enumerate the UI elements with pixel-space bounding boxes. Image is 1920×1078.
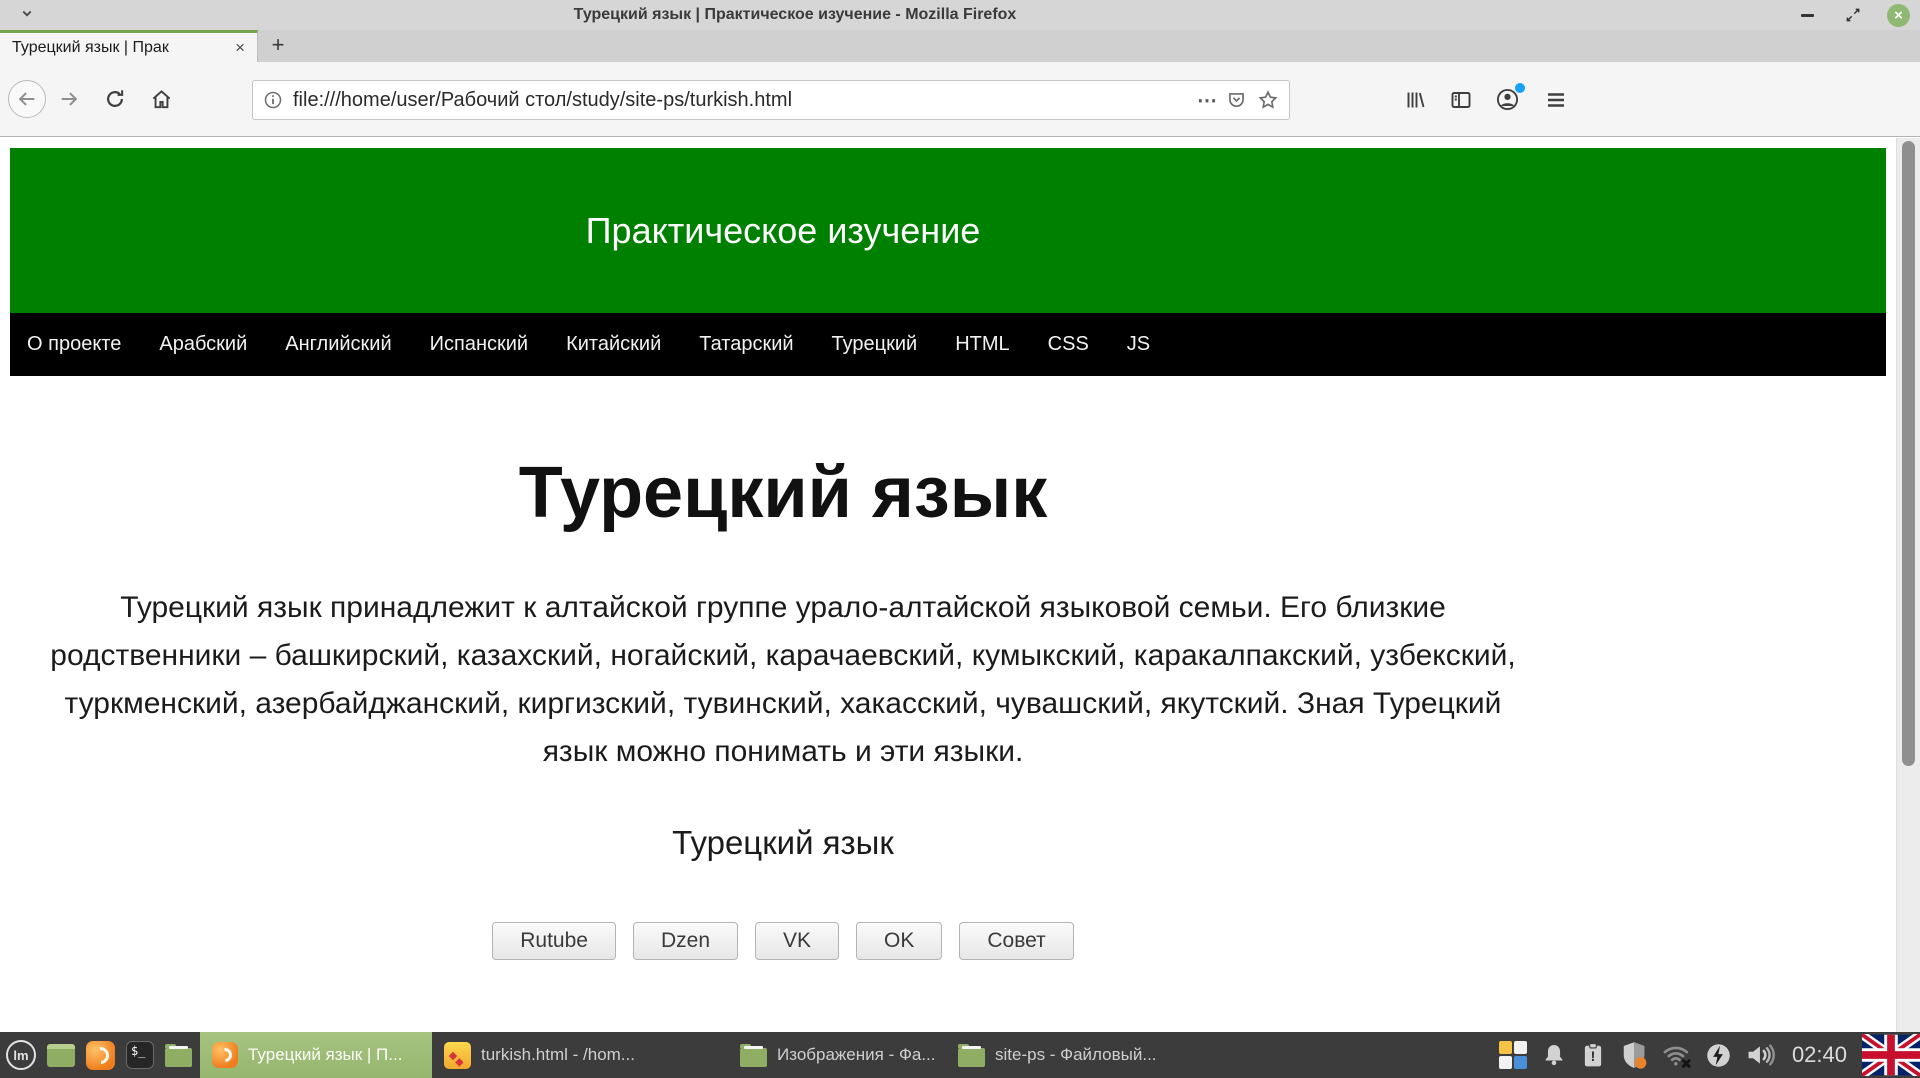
folder-icon (740, 1048, 767, 1067)
notifications-bell-icon[interactable] (1541, 1042, 1567, 1068)
home-button[interactable] (144, 82, 178, 116)
show-desktop-button[interactable] (47, 1044, 75, 1067)
library-icon[interactable] (1403, 88, 1427, 112)
task-label: Изображения - Фа... (777, 1045, 934, 1065)
forward-arrow-icon (58, 88, 80, 110)
intro-paragraph: Турецкий язык принадлежит к алтайской гр… (43, 584, 1523, 776)
tab-bar: Турецкий язык | Прак × + (0, 30, 1920, 62)
toolbar-right-icons (1403, 62, 1568, 137)
nav-link-css[interactable]: CSS (1048, 333, 1089, 356)
terminal-launcher-icon[interactable]: $_ (126, 1041, 154, 1069)
minimize-icon (1801, 14, 1814, 17)
nav-link-arabic[interactable]: Арабский (159, 333, 247, 356)
nav-link-chinese[interactable]: Китайский (566, 333, 661, 356)
task-label: site-ps - Файловый... (995, 1045, 1157, 1065)
new-tab-button[interactable]: + (258, 30, 298, 62)
notification-badge (1515, 83, 1525, 93)
site-header: Практическое изучение (10, 148, 1886, 313)
site-nav: О проекте Арабский Английский Испанский … (10, 313, 1886, 376)
maximize-icon (1845, 7, 1861, 23)
tab-close-icon[interactable]: × (231, 38, 249, 58)
firefox-launcher-icon[interactable] (86, 1041, 115, 1070)
scrollbar-thumb[interactable] (1902, 141, 1915, 766)
system-tray: ! 02:40 (1498, 1034, 1920, 1076)
tab-title: Турецкий язык | Прак (12, 39, 231, 57)
page-title: Турецкий язык (10, 452, 1556, 534)
browser-viewport: Практическое изучение О проекте Арабский… (0, 138, 1920, 1032)
ok-button[interactable]: OK (856, 922, 942, 960)
task-text-editor[interactable]: turkish.html - /hom... (432, 1032, 728, 1078)
nav-link-spanish[interactable]: Испанский (430, 333, 528, 356)
sidebar-icon[interactable] (1449, 88, 1473, 112)
clock[interactable]: 02:40 (1792, 1042, 1847, 1068)
window-controls: × (1795, 0, 1910, 30)
rutube-button[interactable]: Rutube (492, 922, 616, 960)
clipboard-report-icon[interactable]: ! (1580, 1042, 1606, 1068)
files-launcher-icon[interactable] (165, 1048, 192, 1067)
task-files-pictures[interactable]: Изображения - Фа... (728, 1032, 946, 1078)
bookmark-star-icon[interactable] (1257, 89, 1279, 111)
nav-link-html[interactable]: HTML (955, 333, 1009, 356)
network-disconnected-icon[interactable] (1662, 1041, 1692, 1069)
close-window-button[interactable]: × (1887, 4, 1910, 27)
nav-link-js[interactable]: JS (1127, 333, 1150, 356)
site-info-icon[interactable] (263, 90, 283, 110)
svg-text:!: ! (1591, 1048, 1596, 1064)
menu-hamburger-icon[interactable] (1544, 88, 1568, 112)
nav-link-tatar[interactable]: Татарский (699, 333, 793, 356)
reload-button[interactable] (98, 82, 132, 116)
forward-button[interactable] (52, 82, 86, 116)
vk-button[interactable]: VK (755, 922, 839, 960)
firefox-icon (212, 1042, 238, 1068)
taskbar-launchers: lm $_ (0, 1040, 200, 1070)
task-label: Турецкий язык | П... (248, 1045, 402, 1065)
task-firefox[interactable]: Турецкий язык | П... (200, 1032, 432, 1078)
desktop: Турецкий язык | Практическое изучение - … (0, 0, 1920, 1078)
scrollbar-track[interactable] (1896, 138, 1920, 1032)
workspace-colors-icon[interactable] (1498, 1040, 1528, 1070)
keyboard-layout-flag-icon[interactable] (1862, 1034, 1920, 1076)
url-text[interactable]: file:///home/user/Рабочий стол/study/sit… (293, 89, 1189, 112)
reload-icon (104, 88, 126, 110)
update-shield-icon[interactable] (1619, 1040, 1649, 1070)
site-header-title: Практическое изучение (10, 210, 1556, 252)
advice-button[interactable]: Совет (959, 922, 1073, 960)
account-button[interactable] (1495, 87, 1520, 112)
power-icon[interactable] (1705, 1042, 1732, 1069)
maximize-button[interactable] (1841, 3, 1865, 27)
window-title: Турецкий язык | Практическое изучение - … (0, 0, 1590, 30)
nav-link-english[interactable]: Английский (285, 333, 391, 356)
webpage: Практическое изучение О проекте Арабский… (0, 138, 1896, 1032)
browser-tab-active[interactable]: Турецкий язык | Прак × (0, 30, 258, 62)
subheading: Турецкий язык (10, 824, 1556, 862)
back-button[interactable] (8, 80, 46, 118)
mint-logo-icon: lm (13, 1048, 28, 1063)
volume-icon[interactable] (1745, 1042, 1777, 1068)
page-actions-icon[interactable]: ⋯ (1189, 88, 1226, 113)
nav-link-turkish[interactable]: Турецкий (832, 333, 918, 356)
folder-icon (958, 1048, 985, 1067)
close-icon: × (1894, 7, 1903, 24)
text-editor-icon (444, 1042, 471, 1069)
browser-toolbar: file:///home/user/Рабочий стол/study/sit… (0, 62, 1920, 137)
social-buttons-row: Rutube Dzen VK OK Совет (10, 922, 1556, 960)
home-icon (150, 88, 173, 111)
task-files-siteps[interactable]: site-ps - Файловый... (946, 1032, 1198, 1078)
window-titlebar: Турецкий язык | Практическое изучение - … (0, 0, 1920, 30)
nav-link-about[interactable]: О проекте (27, 333, 121, 356)
minimize-button[interactable] (1795, 3, 1819, 27)
task-label: turkish.html - /hom... (481, 1045, 635, 1065)
taskbar: lm $_ Турецкий язык | П... turkish.html … (0, 1032, 1920, 1078)
page-content: Турецкий язык Турецкий язык принадлежит … (10, 452, 1556, 960)
dzen-button[interactable]: Dzen (633, 922, 738, 960)
back-arrow-icon (16, 88, 38, 110)
url-bar[interactable]: file:///home/user/Рабочий стол/study/sit… (252, 80, 1290, 120)
pocket-save-icon[interactable] (1226, 90, 1247, 111)
window-list: Турецкий язык | П... turkish.html - /hom… (200, 1032, 1198, 1078)
menu-button[interactable]: lm (6, 1040, 36, 1070)
